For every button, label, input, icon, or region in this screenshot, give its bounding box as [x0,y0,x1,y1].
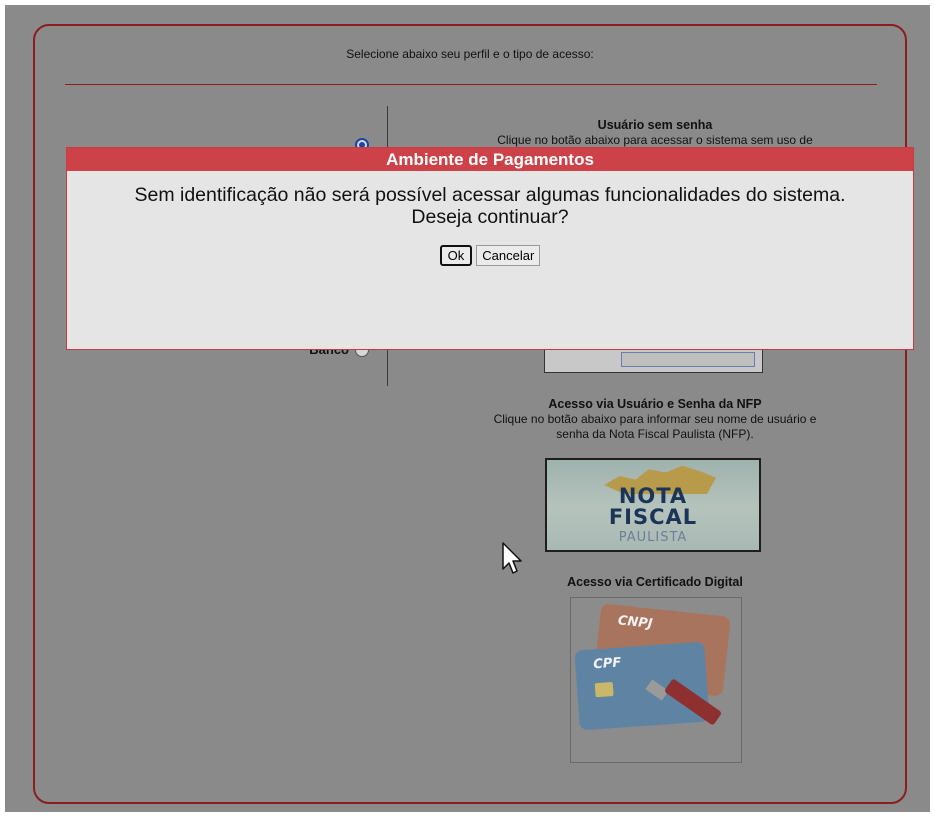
dialog-message: Sem identificação não será possível aces… [71,184,909,228]
section-nfp: Acesso via Usuário e Senha da NFP Clique… [395,397,915,441]
nfp-logo-text: NOTA FISCAL [547,486,759,528]
dialog-actions: Ok Cancelar [67,245,913,266]
section-certificate: Acesso via Certificado Digital [395,575,915,589]
section-no-password-title: Usuário sem senha [597,118,713,132]
cpf-card-icon: CPF [574,641,710,731]
mouse-cursor-icon [502,542,522,574]
nfp-logo-line1: NOTA [618,484,688,508]
section-certificate-title: Acesso via Certificado Digital [567,575,743,589]
no-password-button-inner [621,352,755,367]
access-panel: Selecione abaixo seu perfil e o tipo de … [33,24,907,804]
panel-divider [65,84,877,85]
section-nfp-description-1: Clique no botão abaixo para informar seu… [493,412,817,426]
nfp-logo-line3: PAULISTA [618,530,688,545]
cnpj-card-label: CNPJ [617,613,654,632]
nfp-logo-line2: FISCAL [608,505,698,529]
dialog-message-line2: Deseja continuar? [411,206,569,228]
dialog-title: Ambiente de Pagamentos [67,148,913,171]
section-nfp-description-2: senha da Nota Fiscal Paulista (NFP). [556,427,754,441]
section-nfp-title: Acesso via Usuário e Senha da NFP [548,397,762,411]
nfp-login-button[interactable]: NOTA FISCAL PAULISTA [545,458,761,552]
certificate-login-button[interactable]: CNPJ CPF [570,597,742,763]
confirm-dialog: Ambiente de Pagamentos Sem identificação… [66,147,914,350]
section-no-password-description: Clique no botão abaixo para acessar o si… [497,133,813,147]
section-no-password: Usuário sem senha Clique no botão abaixo… [395,118,915,147]
chip-icon [594,682,614,698]
ok-button[interactable]: Ok [439,245,473,266]
panel-title: Selecione abaixo seu perfil e o tipo de … [346,47,594,61]
cancel-button[interactable]: Cancelar [476,245,541,266]
cpf-card-label: CPF [592,655,622,673]
dialog-message-line1: Sem identificação não será possível aces… [134,184,846,206]
